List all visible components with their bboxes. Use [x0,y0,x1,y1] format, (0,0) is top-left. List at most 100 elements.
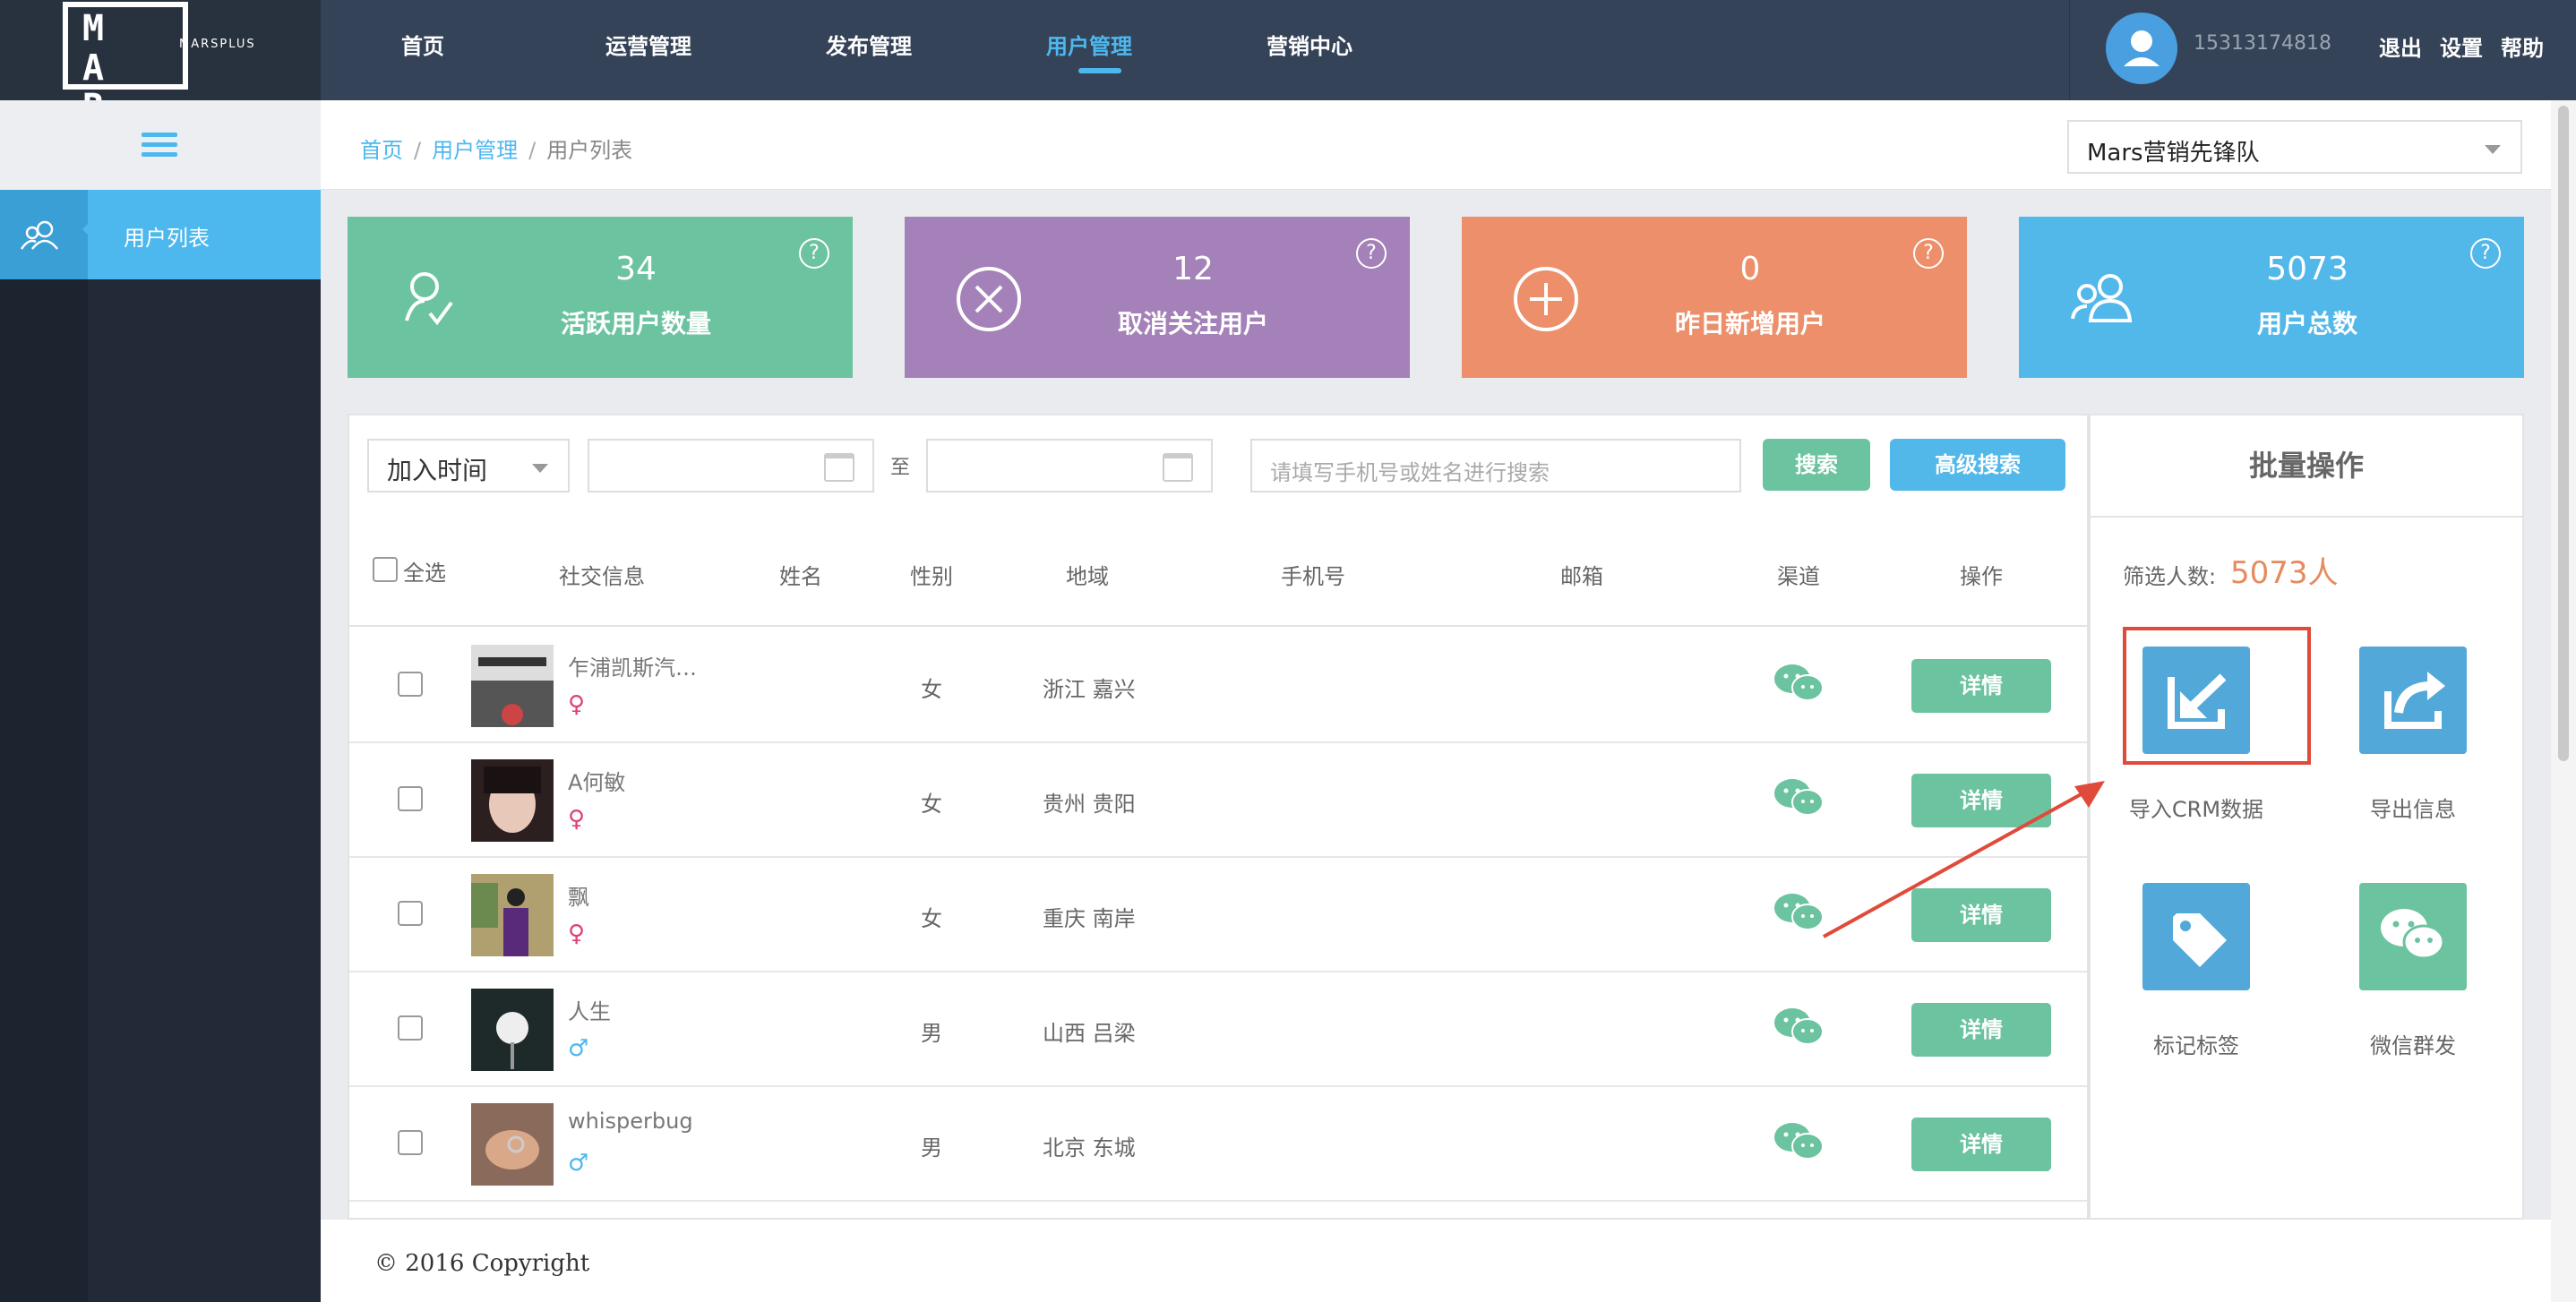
wechat-icon [1774,1123,1824,1160]
calendar-icon[interactable] [824,453,854,482]
user-avatar[interactable] [471,645,554,727]
tag-button[interactable] [2142,883,2250,990]
filter-count-value: 5073人 [2230,555,2339,591]
column-header: 地域 [1066,564,1109,589]
stat-label: 取消关注用户 [1117,309,1268,338]
help-link[interactable]: 帮助 [2501,30,2544,62]
user-avatar[interactable] [471,759,554,842]
stat-card-new: 0 昨日新增用户 ? [1462,217,1967,378]
stat-value: 0 [1739,251,1761,287]
tag-icon [2173,913,2227,967]
select-all-label: 全选 [403,561,446,586]
copyright-text: © 2016 Copyright [374,1250,590,1277]
user-region: 贵州 贵阳 [1043,792,1136,817]
export-button[interactable] [2359,647,2467,754]
user-gender: 男 [921,1021,942,1046]
row-checkbox[interactable] [398,786,423,811]
start-date-input[interactable] [588,439,874,493]
nav-home[interactable]: 首页 [401,0,473,93]
sidebar-item-label: 用户列表 [124,226,210,251]
stat-card-unfollow: 12 取消关注用户 ? [905,217,1410,378]
logout-link[interactable]: 退出 [2379,30,2422,62]
stat-label: 昨日新增用户 [1674,309,1825,338]
row-checkbox[interactable] [398,1130,423,1155]
detail-button[interactable]: 详情 [1911,1003,2051,1057]
row-checkbox[interactable] [398,901,423,926]
user-gender: 女 [921,792,942,817]
user-avatar[interactable] [471,1103,554,1186]
user-links: 退出 设置 帮助 [2379,30,2544,62]
detail-button[interactable]: 详情 [1911,659,2051,713]
user-nickname: A何敏 [568,770,626,795]
user-region: 北京 东城 [1043,1135,1136,1161]
scrollbar-thumb[interactable] [2558,106,2569,761]
stat-value: 12 [1172,251,1214,287]
column-header: 邮箱 [1560,564,1603,589]
wechat-icon [2381,909,2445,960]
user-gender: 女 [921,677,942,702]
user-nickname: 人生 [568,999,611,1024]
annotation-arrow-icon [1823,781,2105,938]
female-icon: ♀ [568,921,586,947]
help-icon[interactable]: ? [1913,238,1944,269]
hamburger-menu-icon[interactable] [142,133,177,159]
calendar-icon[interactable] [1163,453,1193,482]
nav-user-management[interactable]: 用户管理 [1046,0,1154,93]
stat-value: 5073 [2266,251,2348,287]
stat-label: 用户总数 [2256,309,2357,338]
user-gender: 女 [921,906,942,931]
export-icon [2384,672,2445,729]
column-header: 姓名 [779,564,822,589]
user-avatar[interactable] [471,874,554,956]
person-icon [2124,30,2160,66]
end-date-input[interactable] [926,439,1213,493]
settings-link[interactable]: 设置 [2440,30,2483,62]
column-header: 性别 [910,564,953,589]
nav-publish[interactable]: 发布管理 [826,0,933,93]
stat-card-total: 5073 用户总数 ? [2019,217,2524,378]
user-region: 山西 吕梁 [1043,1021,1136,1046]
wechat-broadcast-button[interactable] [2359,883,2467,990]
highlight-box [2123,627,2311,765]
filter-count-label: 筛选人数: [2123,564,2217,589]
help-icon[interactable]: ? [799,238,829,269]
time-filter-select[interactable]: 加入时间 [367,439,570,493]
female-icon: ♀ [568,691,586,718]
nav-marketing[interactable]: 营销中心 [1267,0,1374,93]
female-icon: ♀ [568,806,586,833]
logo-subtitle: MARSPLUS [179,38,256,51]
user-phone: 15313174818 [2194,32,2331,55]
users-icon [0,190,88,279]
sidebar-strip [0,100,88,1302]
wechat-icon [1774,664,1824,701]
logo-area: M A R S MARSPLUS [0,0,321,167]
detail-button[interactable]: 详情 [1911,1118,2051,1171]
logo[interactable]: M A R S [63,2,188,167]
male-icon: ♂ [568,1035,589,1062]
team-select-value: Mars营销先锋队 [2087,140,2260,167]
row-checkbox[interactable] [398,672,423,697]
user-region: 浙江 嘉兴 [1043,677,1136,702]
search-button[interactable]: 搜索 [1763,439,1870,491]
advanced-search-button[interactable]: 高级搜索 [1890,439,2065,491]
user-avatar[interactable] [471,989,554,1071]
chevron-down-icon [532,464,548,473]
column-header: 渠道 [1777,564,1820,589]
help-icon[interactable]: ? [2470,238,2501,269]
table-row [349,972,2087,1087]
column-header: 手机号 [1281,564,1345,589]
row-checkbox[interactable] [398,1015,423,1041]
help-icon[interactable]: ? [1356,238,1387,269]
import-crm-label: 导入CRM数据 [2128,797,2264,822]
search-input[interactable]: 请填写手机号或姓名进行搜索 [1250,439,1741,493]
team-select[interactable]: Mars营销先锋队 [2067,120,2522,174]
nav-operations[interactable]: 运营管理 [605,0,713,93]
column-header: 社交信息 [559,564,645,589]
breadcrumb-home[interactable]: 首页 [360,138,403,163]
breadcrumb-section[interactable]: 用户管理 [432,138,518,163]
avatar[interactable] [2106,13,2177,84]
wechat-icon [1774,1008,1824,1045]
select-all-checkbox[interactable] [373,557,398,582]
stat-value: 34 [615,251,657,287]
user-region: 重庆 南岸 [1043,906,1136,931]
